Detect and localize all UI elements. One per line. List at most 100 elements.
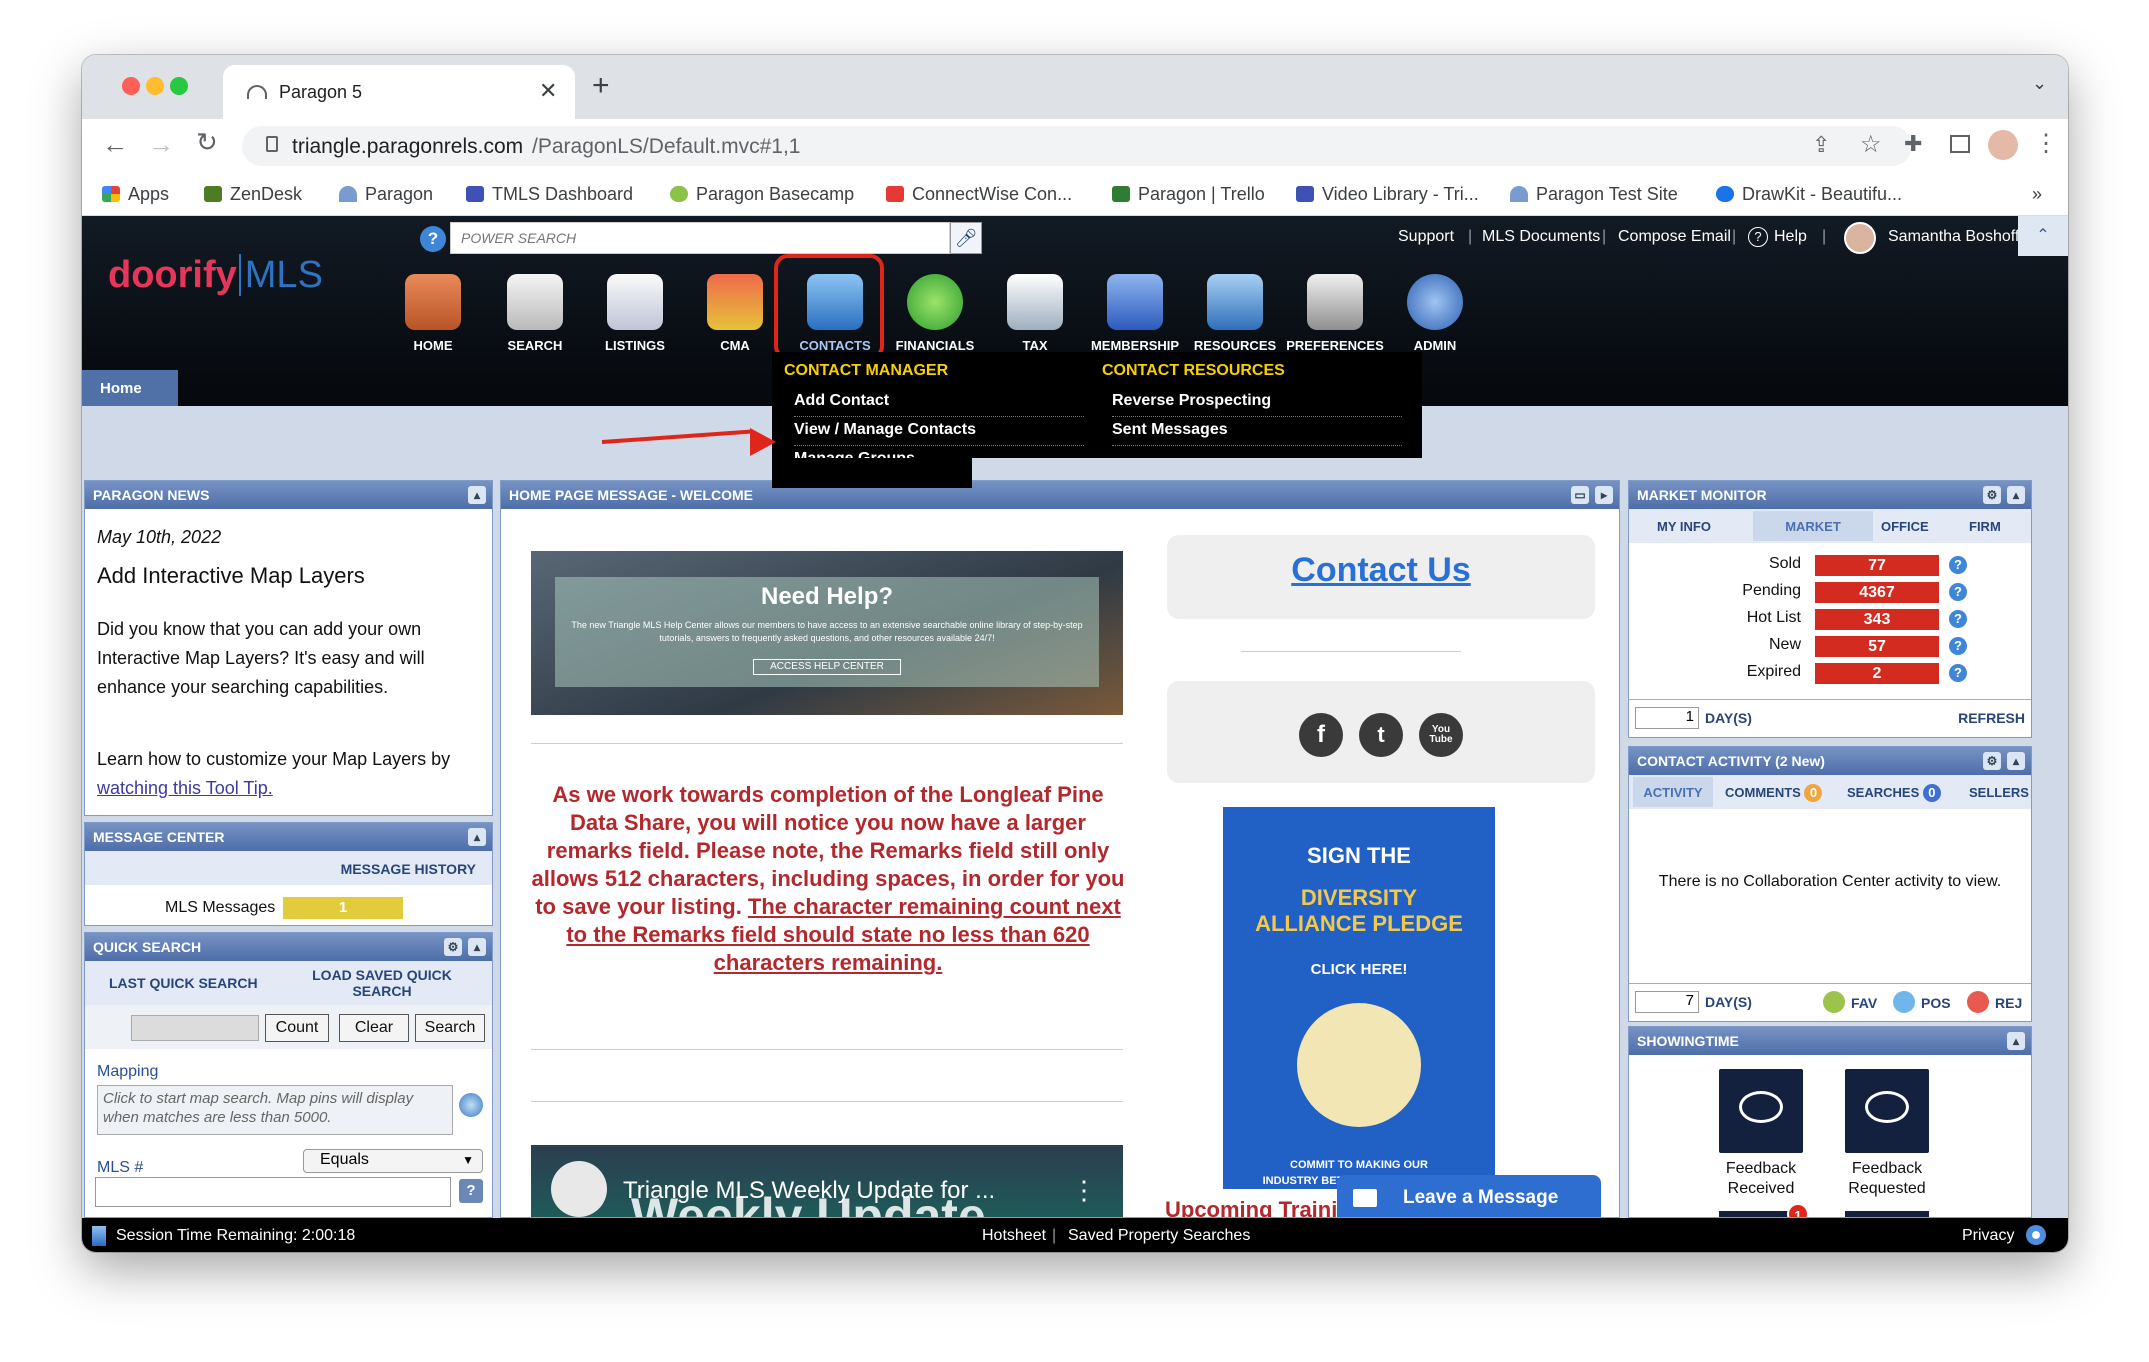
power-search-input[interactable] (450, 222, 950, 254)
collapse-icon[interactable]: ▴ (2007, 486, 2025, 504)
youtube-icon[interactable]: You Tube (1419, 713, 1463, 757)
extensions-puzzle-icon[interactable]: ✚ (1904, 131, 1922, 157)
tab-sellers[interactable]: SELLERS (1969, 785, 2029, 800)
nav-home[interactable]: HOME (384, 274, 482, 353)
collapse-icon[interactable]: ▴ (468, 938, 486, 956)
reload-icon[interactable]: ↻ (196, 127, 218, 158)
collapse-icon[interactable]: ▴ (468, 828, 486, 846)
chrome-menu-icon[interactable]: ⋮ (2034, 129, 2058, 158)
zoom-window-button[interactable] (170, 77, 188, 95)
new-tab-icon[interactable]: + (592, 69, 610, 103)
tab-firm[interactable]: FIRM (1969, 519, 2001, 534)
nav-tax[interactable]: TAX (986, 274, 1084, 353)
bookmark-tmls-dashboard[interactable]: TMLS Dashboard (466, 184, 633, 205)
collapse-header-icon[interactable]: ⌃ (2018, 216, 2068, 256)
microphone-icon[interactable]: 🎤︎ (950, 222, 982, 254)
search-button[interactable]: Search (415, 1014, 485, 1042)
diversity-pledge-banner[interactable]: SIGN THE DIVERSITY ALLIANCE PLEDGE CLICK… (1223, 807, 1495, 1189)
compose-email-link[interactable]: Compose Email (1618, 228, 1731, 246)
settings-gear-icon[interactable]: ⚙ (444, 938, 462, 956)
close-tab-icon[interactable]: ✕ (539, 78, 557, 104)
refresh-button[interactable]: REFRESH (1958, 710, 2025, 726)
feedback-received-label[interactable]: Feedback Received (1699, 1159, 1823, 1199)
weekly-update-video[interactable]: Triangle MLS Weekly Update for ... Weekl… (531, 1145, 1123, 1217)
popout-icon[interactable]: ▭ (1571, 486, 1589, 504)
calendar-icon[interactable] (1845, 1211, 1929, 1217)
forward-arrow-icon[interactable]: → (148, 129, 174, 160)
feedback-received-icon[interactable] (1719, 1069, 1803, 1153)
user-name[interactable]: Samantha Boshoff (1888, 228, 2019, 246)
add-contact-item[interactable]: Add Contact (794, 392, 1084, 417)
saved-property-searches-link[interactable]: Saved Property Searches (1068, 1227, 1250, 1245)
nav-search[interactable]: SEARCH (486, 274, 584, 353)
tool-tip-link[interactable]: watching this Tool Tip. (97, 778, 273, 798)
map-search-box[interactable]: Click to start map search. Map pins will… (97, 1085, 453, 1135)
bookmark-paragon-basecamp[interactable]: Paragon Basecamp (670, 184, 854, 205)
sold-count[interactable]: 77 (1815, 555, 1939, 576)
privacy-settings-icon[interactable] (2026, 1225, 2046, 1245)
close-window-button[interactable] (122, 77, 140, 95)
mls-help-icon[interactable]: ? (459, 1179, 483, 1203)
home-tab[interactable]: Home (82, 370, 178, 406)
hotsheet-link[interactable]: Hotsheet (982, 1227, 1046, 1245)
bookmark-drawkit[interactable]: DrawKit - Beautifu... (1716, 184, 1902, 205)
tab-office[interactable]: OFFICE (1881, 519, 1929, 534)
contact-us-link[interactable]: Contact Us (1167, 551, 1595, 590)
nav-resources[interactable]: RESOURCES (1186, 274, 1284, 353)
clear-button[interactable]: Clear (339, 1014, 409, 1042)
nav-admin[interactable]: ADMIN (1386, 274, 1484, 353)
bookmark-paragon[interactable]: Paragon (339, 184, 433, 205)
bookmark-apps[interactable]: Apps (102, 184, 169, 205)
tab-my-info[interactable]: MY INFO (1657, 519, 1711, 534)
view-manage-contacts-item[interactable]: View / Manage Contacts (794, 421, 1084, 446)
nav-cma[interactable]: CMA (686, 274, 784, 353)
profile-avatar[interactable] (1988, 130, 2018, 160)
expand-icon[interactable]: ▸ (1595, 486, 1613, 504)
support-link[interactable]: Support (1398, 228, 1454, 246)
bookmark-zendesk[interactable]: ZenDesk (204, 184, 302, 205)
collapse-icon[interactable]: ▴ (468, 486, 486, 504)
star-icon[interactable]: ☆ (1860, 130, 1882, 159)
facebook-icon[interactable]: f (1299, 713, 1343, 757)
load-saved-quick-search-tab[interactable]: LOAD SAVED QUICK SEARCH (307, 967, 457, 999)
quick-search-input[interactable] (131, 1015, 259, 1041)
mls-number-input[interactable] (95, 1177, 451, 1207)
feedback-requested-icon[interactable] (1845, 1069, 1929, 1153)
mls-operator-select[interactable]: Equals ▼ (303, 1149, 483, 1173)
nav-membership[interactable]: MEMBERSHIP (1086, 274, 1184, 353)
settings-gear-icon[interactable]: ⚙ (1983, 486, 2001, 504)
more-bookmarks-icon[interactable]: » (2032, 184, 2042, 205)
browser-tab[interactable]: Paragon 5 ✕ (223, 65, 575, 121)
market-days-input[interactable]: 1 (1635, 707, 1699, 729)
privacy-link[interactable]: Privacy (1962, 1227, 2014, 1245)
need-help-banner[interactable]: Need Help? The new Triangle MLS Help Cen… (531, 551, 1123, 715)
share-icon[interactable]: ⇪ (1812, 132, 1830, 158)
sent-messages-item[interactable]: Sent Messages (1112, 421, 1402, 446)
activity-days-input[interactable]: 7 (1635, 991, 1699, 1013)
bookmark-connectwise[interactable]: ConnectWise Con... (886, 184, 1072, 205)
tab-comments[interactable]: COMMENTS 0 (1725, 784, 1823, 802)
sold-help-icon[interactable]: ? (1949, 556, 1967, 574)
bookmark-video-library[interactable]: Video Library - Tri... (1296, 184, 1479, 205)
count-button[interactable]: Count (265, 1014, 329, 1042)
side-panel-icon[interactable] (1950, 135, 1970, 153)
tab-search-chevron-icon[interactable]: ⌄ (2032, 73, 2047, 94)
access-help-center-button[interactable]: ACCESS HELP CENTER (753, 659, 901, 675)
bookmark-trello[interactable]: Paragon | Trello (1112, 184, 1265, 205)
leave-message-button[interactable]: Leave a Message (1337, 1175, 1601, 1217)
user-avatar[interactable] (1844, 222, 1876, 254)
new-count[interactable]: 57 (1815, 636, 1939, 657)
minimize-window-button[interactable] (146, 77, 164, 95)
collapse-icon[interactable]: ▴ (2007, 752, 2025, 770)
collapse-icon[interactable]: ▴ (2007, 1032, 2025, 1050)
mls-documents-link[interactable]: MLS Documents (1482, 228, 1600, 246)
bookmark-paragon-test[interactable]: Paragon Test Site (1510, 184, 1678, 205)
power-search-help-icon[interactable]: ? (420, 226, 446, 252)
help-link[interactable]: Help (1774, 228, 1807, 246)
last-quick-search-tab[interactable]: LAST QUICK SEARCH (109, 975, 258, 991)
reverse-prospecting-item[interactable]: Reverse Prospecting (1112, 392, 1402, 417)
hot-list-count[interactable]: 343 (1815, 609, 1939, 630)
mls-messages-count[interactable]: 1 (283, 897, 403, 919)
tab-activity[interactable]: ACTIVITY (1633, 777, 1713, 807)
video-menu-icon[interactable]: ⋮ (1071, 1175, 1097, 1206)
